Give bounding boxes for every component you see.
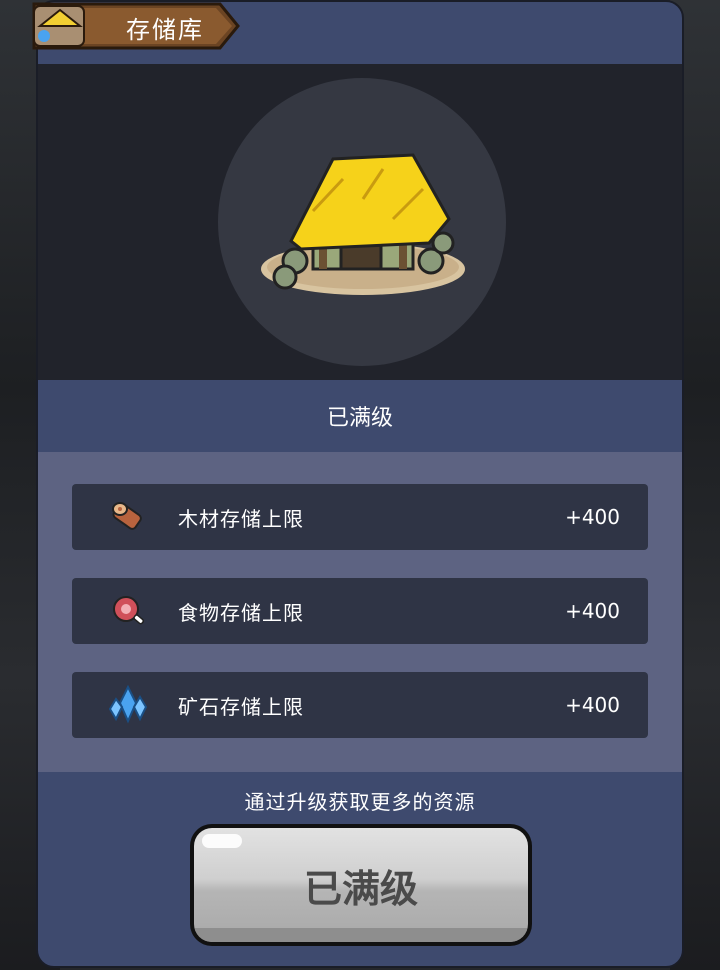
stat-row-wood: 木材存储上限 +400 bbox=[72, 484, 648, 550]
upgrade-hint: 通过升级获取更多的资源 bbox=[244, 790, 476, 814]
stat-row-food: 食物存储上限 +400 bbox=[72, 578, 648, 644]
stats-list: 木材存储上限 +400 食物存储上限 +400 矿石存储上限 +400 bbox=[38, 452, 682, 772]
max-level-status: 已满级 bbox=[326, 406, 393, 431]
storehouse-building-icon bbox=[261, 153, 465, 295]
stat-value: +400 bbox=[565, 599, 620, 623]
wood-log-icon bbox=[112, 502, 142, 530]
max-level-button-label: 已满级 bbox=[194, 828, 528, 942]
stat-label: 食物存储上限 bbox=[178, 600, 304, 625]
page-title: 存储库 bbox=[126, 16, 204, 44]
stat-value: +400 bbox=[565, 505, 620, 529]
stat-row-ore: 矿石存储上限 +400 bbox=[72, 672, 648, 738]
stat-label: 木材存储上限 bbox=[178, 506, 304, 531]
stat-label: 矿石存储上限 bbox=[178, 694, 304, 719]
meat-icon bbox=[113, 596, 145, 625]
crystal-ore-icon bbox=[108, 685, 148, 724]
max-level-button[interactable]: 已满级 bbox=[190, 824, 532, 946]
building-preview bbox=[38, 64, 682, 380]
stat-value: +400 bbox=[565, 693, 620, 717]
storage-panel: 已满级 木材存储上限 +400 食物存储上限 +400 矿石存储上限 +400 … bbox=[36, 0, 684, 968]
